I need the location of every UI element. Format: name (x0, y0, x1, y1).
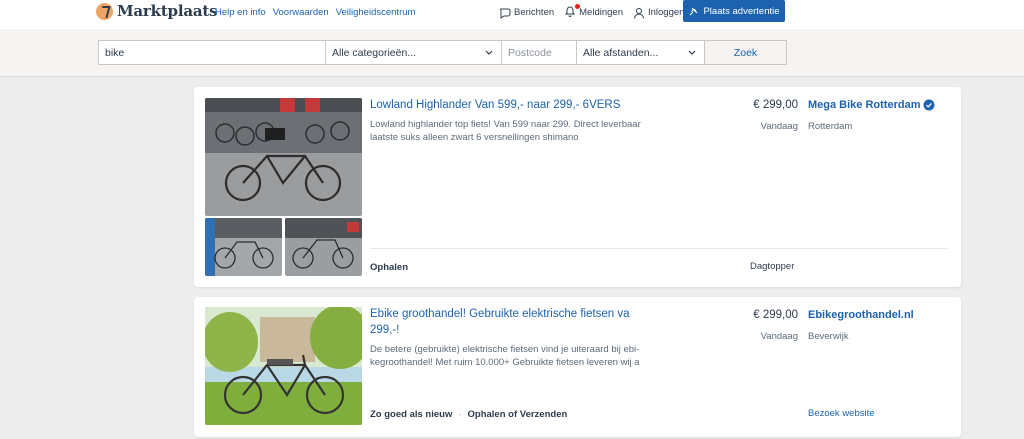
plaats-advertentie-button[interactable]: Plaats advertentie (683, 0, 785, 22)
pin-icon (690, 7, 698, 15)
seller-location: Beverwijk (808, 331, 849, 342)
listing-photo-thumb[interactable] (285, 218, 362, 276)
chat-icon (500, 8, 511, 19)
search-bar: bike Alle categorieën... Postcode Alle a… (0, 29, 1024, 77)
delivery-method: Ophalen of Verzenden (467, 409, 568, 420)
verified-badge-icon (923, 99, 935, 111)
user-icon (633, 7, 644, 19)
plaats-advertentie-label: Plaats advertentie (703, 5, 780, 17)
listing-photo-thumb[interactable] (205, 218, 282, 276)
listing-photo-main[interactable] (205, 98, 362, 216)
berichten-button[interactable]: Berichten (499, 7, 554, 19)
listing-description: De betere (gebruikte) elektrische fietse… (370, 344, 640, 368)
seller-name[interactable]: Ebikegroothandel.nl (808, 309, 914, 321)
logo-text: Marktplaats (117, 2, 218, 20)
listing-title[interactable]: Ebike groothandel! Gebruikte elektrische… (370, 306, 650, 338)
veiligheidscentrum-link[interactable]: Veiligheidscentrum (336, 7, 416, 18)
top-links: Help en info Voorwaarden Veiligheidscent… (215, 7, 415, 18)
user-nav: Berichten Meldingen Inloggen (499, 4, 694, 20)
meldingen-button[interactable]: Meldingen (564, 4, 623, 20)
condition-label: Zo goed als nieuw (370, 409, 453, 420)
postcode-input[interactable]: Postcode (501, 40, 577, 65)
category-select[interactable]: Alle categorieën... (325, 40, 502, 65)
seller-name[interactable]: Mega Bike Rotterdam (808, 99, 935, 111)
listing-date: Vandaag (760, 121, 798, 132)
divider (370, 248, 948, 249)
bell-icon (564, 4, 581, 20)
listing-date: Vandaag (760, 331, 798, 342)
help-link[interactable]: Help en info (215, 7, 266, 18)
logo-icon (96, 2, 113, 20)
berichten-label: Berichten (514, 7, 555, 18)
listing-price: € 299,00 (753, 99, 798, 111)
listing-title[interactable]: Lowland Highlander Van 599,- naar 299,- … (370, 97, 620, 113)
search-button[interactable]: Zoek (704, 40, 787, 65)
seller-name-text: Mega Bike Rotterdam (808, 99, 921, 111)
distance-value: Alle afstanden... (583, 46, 659, 59)
distance-select[interactable]: Alle afstanden... (576, 40, 705, 65)
delivery-method: Ophalen (370, 262, 409, 273)
inloggen-button[interactable]: Inloggen (633, 7, 684, 19)
listing-card[interactable]: Ebike groothandel! Gebruikte elektrische… (194, 297, 961, 437)
chevron-down-icon (485, 50, 493, 55)
marktplaats-logo[interactable]: Marktplaats (96, 2, 218, 20)
inloggen-label: Inloggen (647, 7, 685, 18)
listing-card[interactable]: Lowland Highlander Van 599,- naar 299,- … (194, 87, 961, 287)
listing-attributes: Zo goed als nieuw · Ophalen of Verzenden (370, 409, 568, 420)
top-bar: Marktplaats Help en info Voorwaarden Vei… (0, 0, 1024, 29)
chevron-down-icon (688, 50, 696, 55)
listing-price: € 299,00 (753, 309, 798, 321)
listing-description: Lowland highlander top fiets! Van 599 na… (370, 119, 641, 143)
listing-photo-main[interactable] (205, 307, 362, 425)
voorwaarden-link[interactable]: Voorwaarden (273, 7, 329, 18)
seller-location: Rotterdam (808, 121, 853, 132)
bezoek-website-link[interactable]: Bezoek website (808, 408, 875, 419)
category-value: Alle categorieën... (332, 46, 417, 59)
search-input[interactable]: bike (98, 40, 326, 65)
meldingen-label: Meldingen (579, 7, 623, 18)
dagtopper-badge: Dagtopper (750, 261, 795, 272)
